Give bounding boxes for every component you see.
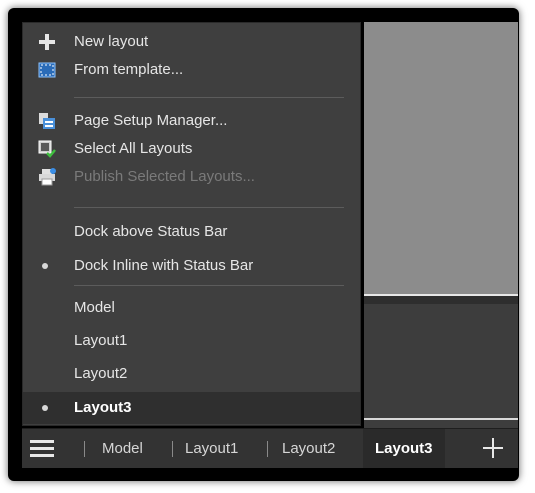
tab-divider	[267, 441, 268, 457]
menu-separator	[74, 285, 344, 286]
plus-icon	[37, 33, 57, 51]
menu-item-new-layout[interactable]: New layout	[23, 28, 360, 56]
radio-checked-icon	[42, 405, 48, 411]
menu-item-from-template[interactable]: From template...	[23, 56, 360, 84]
menu-item-publish-selected-layouts[interactable]: Publish Selected Layouts...	[23, 163, 360, 191]
menu-item-label: New layout	[74, 33, 149, 50]
menu-item-label: From template...	[74, 61, 184, 78]
plus-icon	[483, 438, 503, 458]
menu-item-label: Model	[74, 299, 115, 316]
menu-item-model[interactable]: Model	[23, 294, 360, 322]
menu-item-label: Layout2	[74, 365, 128, 382]
canvas-gap	[364, 296, 518, 304]
menu-item-layout2[interactable]: Layout2	[23, 360, 360, 388]
menu-item-label: Publish Selected Layouts...	[74, 168, 255, 185]
menu-item-label: Page Setup Manager...	[74, 112, 228, 129]
menu-item-layout3[interactable]: Layout3	[23, 392, 360, 424]
publish-icon	[37, 168, 57, 186]
menu-item-dock-above-status-bar[interactable]: Dock above Status Bar	[23, 218, 360, 246]
tab-layout2[interactable]: Layout2	[282, 429, 335, 468]
radio-checked-icon	[42, 263, 48, 269]
menu-item-layout1[interactable]: Layout1	[23, 327, 360, 355]
menu-item-label: Select All Layouts	[74, 140, 193, 157]
menu-separator	[74, 97, 344, 98]
tab-model[interactable]: Model	[102, 429, 143, 468]
add-layout-button[interactable]	[482, 436, 504, 460]
command-panel	[364, 304, 518, 428]
select-layouts-icon	[37, 140, 57, 158]
tab-layout1[interactable]: Layout1	[185, 429, 238, 468]
menu-item-label: Dock Inline with Status Bar	[74, 257, 254, 274]
menu-item-select-all-layouts[interactable]: Select All Layouts	[23, 135, 360, 163]
layout-tab-bar: Model Layout1 Layout2 Layout3	[22, 428, 518, 468]
drawing-canvas[interactable]	[364, 22, 518, 294]
tab-layout3[interactable]: Layout3	[363, 429, 445, 468]
menu-separator	[74, 207, 344, 208]
menu-item-label: Layout3	[74, 399, 132, 416]
menu-item-label: Dock above Status Bar	[74, 223, 228, 240]
layout-context-menu: New layout From template... Page Setup M…	[22, 22, 361, 426]
hamburger-icon[interactable]	[30, 440, 54, 457]
template-icon	[37, 61, 57, 79]
tab-divider	[172, 441, 173, 457]
page-setup-icon	[37, 112, 57, 130]
tab-divider	[84, 441, 85, 457]
menu-item-page-setup-manager[interactable]: Page Setup Manager...	[23, 107, 360, 135]
panel-divider	[364, 418, 518, 420]
menu-item-dock-inline-status-bar[interactable]: Dock Inline with Status Bar	[23, 252, 360, 280]
menu-item-label: Layout1	[74, 332, 128, 349]
